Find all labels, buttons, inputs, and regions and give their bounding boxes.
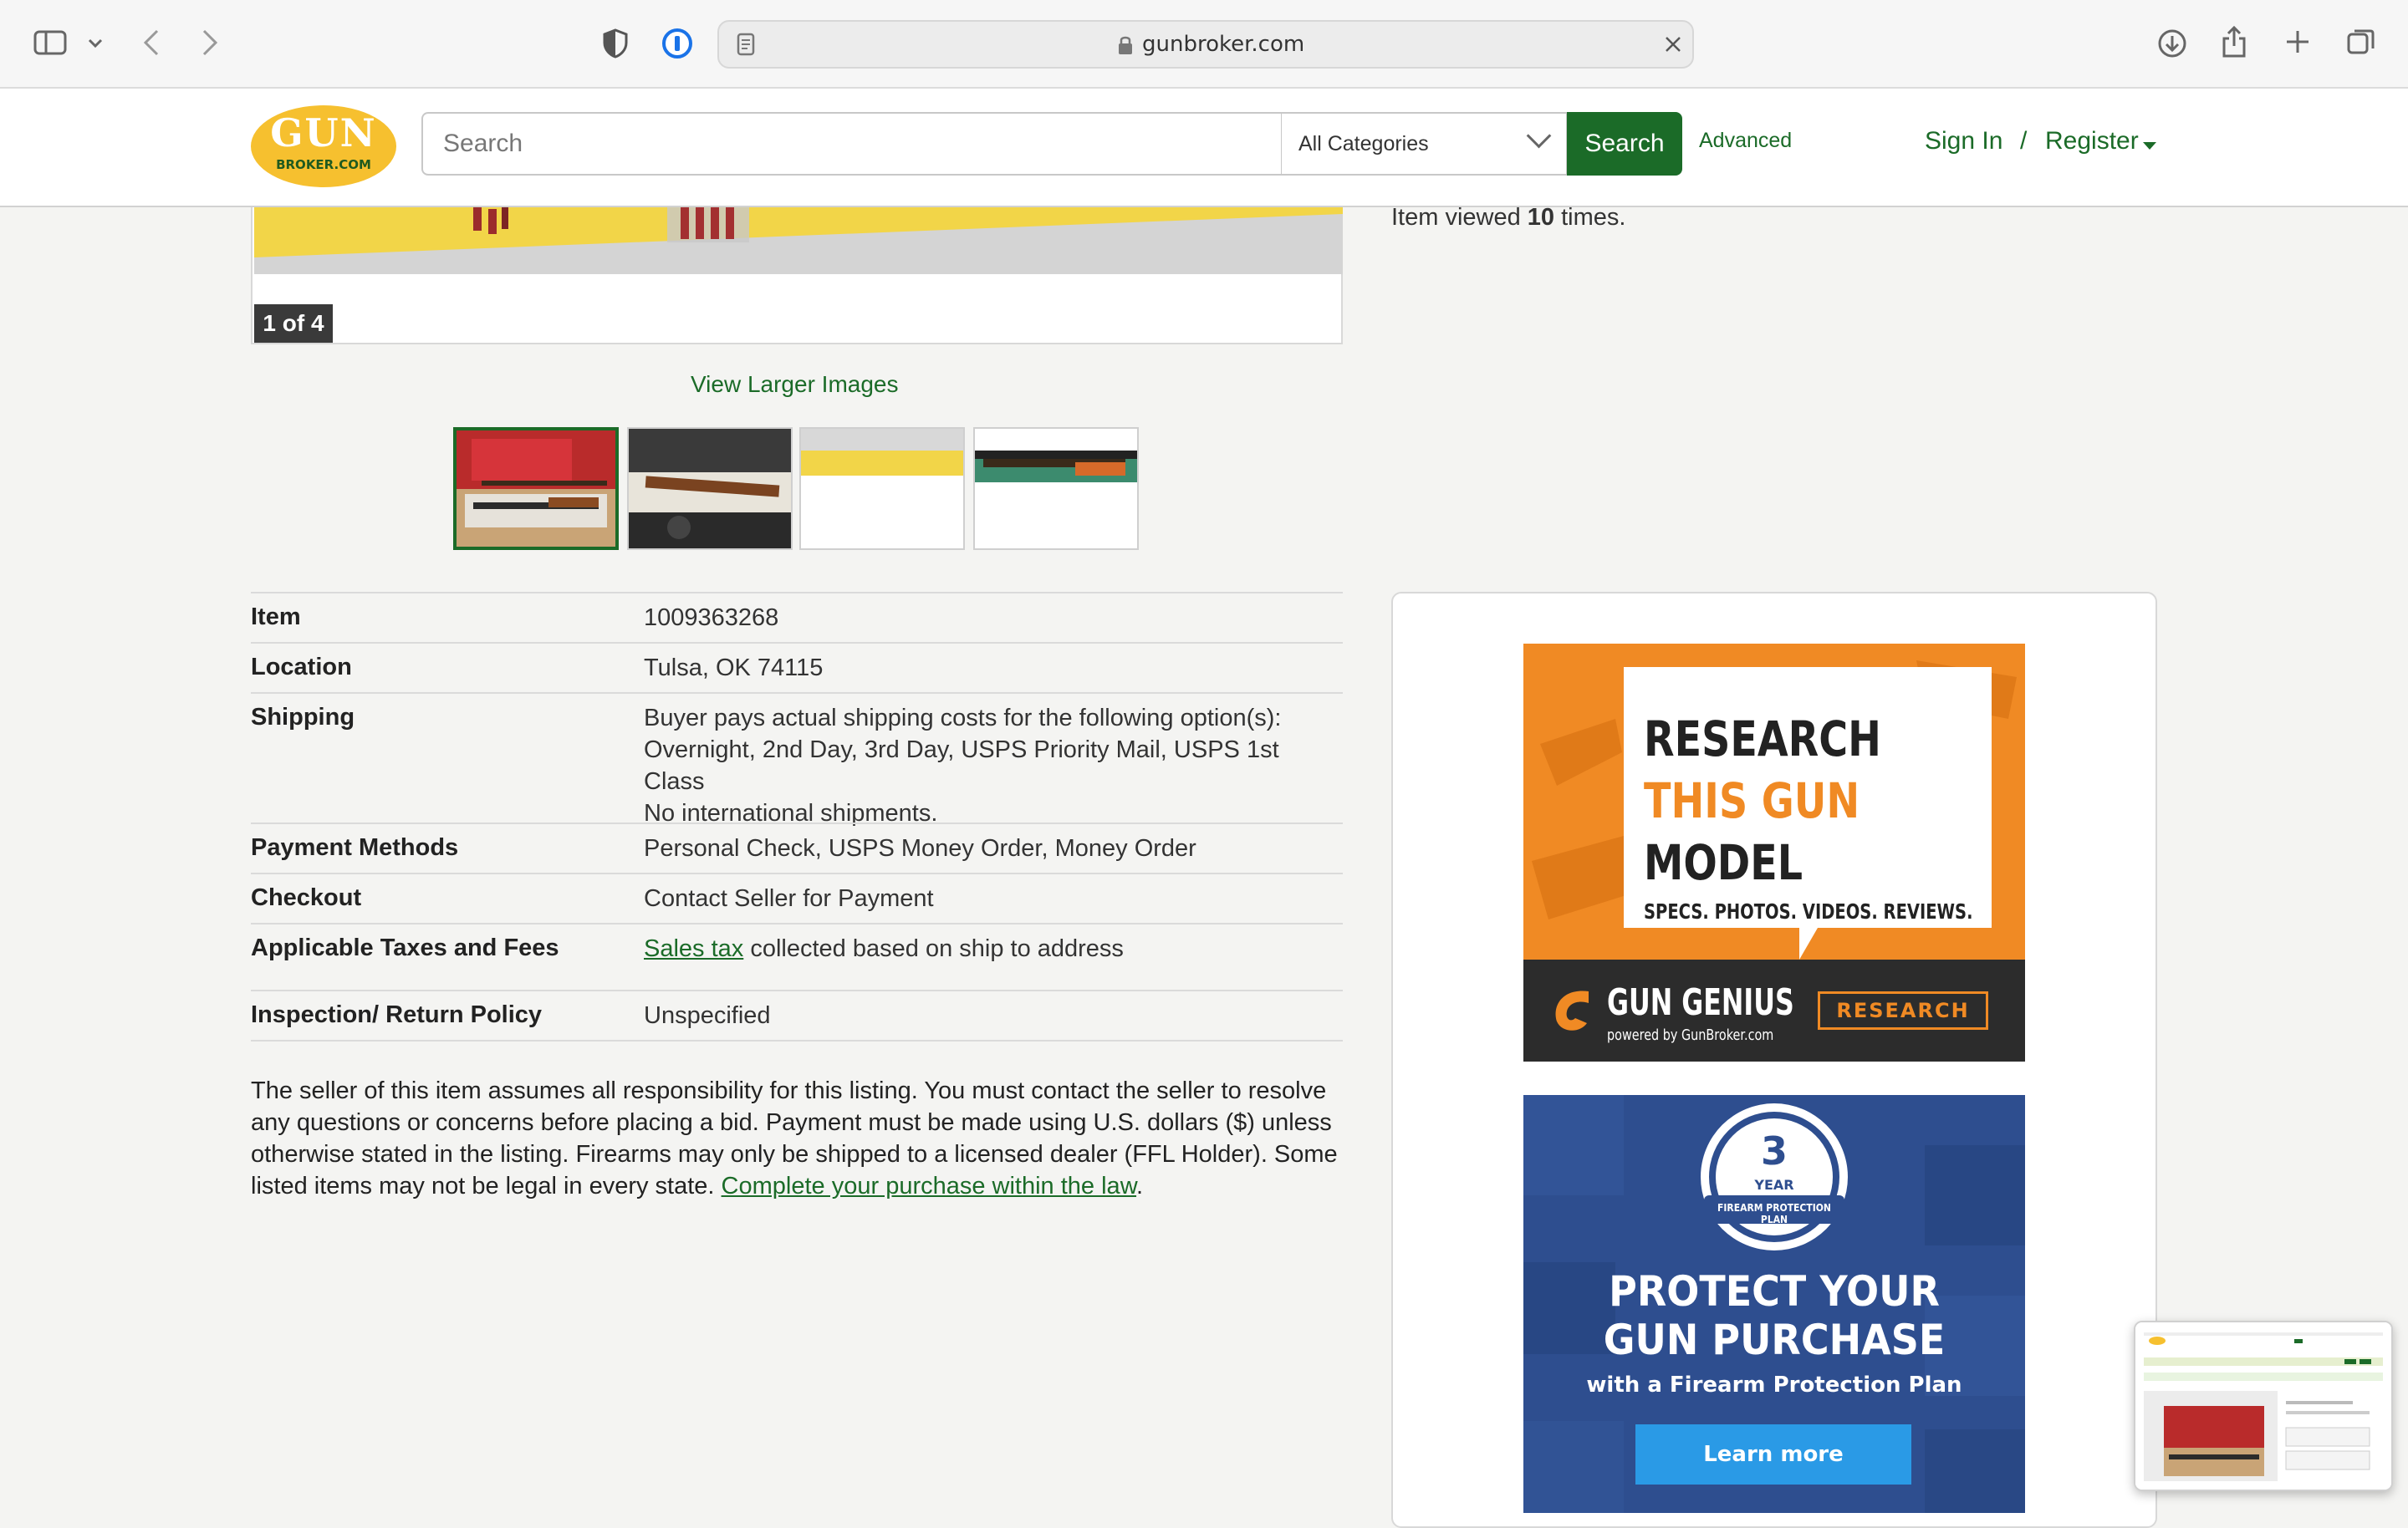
ad-headline: GUN PURCHASE	[1603, 1316, 1946, 1364]
ad-research-button[interactable]: RESEARCH	[1818, 991, 1988, 1030]
shipping-line: Buyer pays actual shipping costs for the…	[644, 705, 1282, 731]
badge-text: FIREARM PROTECTION PLAN	[1717, 1202, 1831, 1225]
table-divider	[251, 642, 1343, 644]
category-select[interactable]: All Categories	[1282, 112, 1568, 176]
seller-disclaimer: The seller of this item assumes all resp…	[251, 1075, 1338, 1202]
thumbnail[interactable]	[973, 427, 1139, 550]
payment-methods-label: Payment Methods	[251, 834, 459, 861]
sidebar-icon[interactable]	[32, 28, 69, 57]
site-header: GUN BROKER.COM Search All Categories Sea…	[0, 89, 2408, 207]
inspection-value: Unspecified	[644, 1002, 771, 1029]
item-viewed-count: Item viewed 10 times.	[1391, 204, 1625, 232]
download-icon[interactable]	[2155, 27, 2189, 60]
image-counter: 1 of 4	[254, 304, 333, 343]
badge-year: YEAR	[1754, 1177, 1794, 1193]
main-listing-photo[interactable]	[254, 206, 1343, 274]
viewed-number: 10	[1527, 204, 1555, 231]
address-bar[interactable]: gunbroker.com	[717, 20, 1694, 69]
ad-brand-name: GUN GENIUS	[1607, 981, 1794, 1024]
ad-tagline: SPECS. PHOTOS. VIDEOS. REVIEWS.	[1644, 899, 1973, 924]
main-photo-frame: 1 of 4	[251, 206, 1343, 344]
ad-card: RESEARCH THIS GUN MODEL SPECS. PHOTOS. V…	[1624, 667, 1992, 928]
shipping-line: Overnight, 2nd Day, 3rd Day, USPS Priori…	[644, 736, 1279, 795]
table-divider	[251, 692, 1343, 694]
viewed-suffix: times.	[1561, 204, 1626, 231]
auth-separator: /	[2020, 127, 2028, 155]
disclaimer-end: .	[1136, 1173, 1144, 1199]
checkout-value: Contact Seller for Payment	[644, 885, 934, 912]
ad-headline: PROTECT YOUR	[1609, 1267, 1940, 1316]
location-label: Location	[251, 654, 352, 680]
table-divider	[251, 1040, 1343, 1042]
search-input[interactable]: Search	[421, 112, 1283, 176]
close-icon[interactable]	[1662, 33, 1684, 55]
url-text[interactable]: gunbroker.com	[1142, 22, 1304, 67]
reader-icon[interactable]	[734, 32, 758, 57]
logo-text-bottom: BROKER.COM	[276, 157, 371, 172]
back-arrow-icon[interactable]	[139, 27, 164, 59]
caret-down-icon[interactable]	[2143, 142, 2156, 150]
taxes-label: Applicable Taxes and Fees	[251, 935, 559, 961]
viewed-prefix: Item viewed	[1391, 204, 1521, 231]
view-larger-images-link[interactable]: View Larger Images	[691, 371, 899, 398]
ad-brand-bar: GUN GENIUS powered by GunBroker.com RESE…	[1523, 960, 2025, 1062]
forward-arrow-icon[interactable]	[197, 27, 222, 59]
sales-tax-link[interactable]: Sales tax	[644, 935, 743, 962]
thumbnail[interactable]	[453, 427, 619, 550]
thumbnail[interactable]	[627, 427, 793, 550]
chevron-down-icon	[1526, 123, 1552, 149]
ad-headline: MODEL	[1644, 834, 1803, 891]
table-divider	[251, 873, 1343, 874]
table-divider	[251, 823, 1343, 824]
shield-icon[interactable]	[600, 27, 630, 60]
table-divider	[251, 990, 1343, 991]
taxes-text: collected based on ship to address	[743, 935, 1124, 962]
taxes-value: Sales tax collected based on ship to add…	[644, 933, 1338, 965]
password-manager-icon[interactable]	[661, 27, 694, 60]
category-select-label: All Categories	[1298, 132, 1429, 155]
payment-methods-value: Personal Check, USPS Money Order, Money …	[644, 835, 1196, 862]
shipping-value: Buyer pays actual shipping costs for the…	[644, 702, 1338, 829]
shipping-label: Shipping	[251, 704, 355, 731]
item-value: 1009363268	[644, 604, 779, 631]
location-value: Tulsa, OK 74115	[644, 654, 824, 681]
register-link[interactable]: Register	[2045, 127, 2139, 155]
page-preview-thumbnail[interactable]	[2134, 1321, 2393, 1491]
table-divider	[251, 592, 1343, 593]
ad-headline: THIS GUN	[1644, 772, 1860, 829]
tabs-overview-icon[interactable]	[2344, 25, 2378, 59]
ad-brand-sub: powered by GunBroker.com	[1607, 1026, 1774, 1044]
site-logo[interactable]: GUN BROKER.COM	[251, 105, 396, 187]
thumbnail[interactable]	[799, 427, 965, 550]
search-button[interactable]: Search	[1567, 112, 1682, 176]
badge-number: 3	[1760, 1128, 1788, 1174]
inspection-label: Inspection/ Return Policy	[251, 1001, 543, 1028]
table-divider	[251, 923, 1343, 924]
ad-subline: with a Firearm Protection Plan	[1586, 1373, 1962, 1398]
shipping-line: No international shipments.	[644, 800, 938, 827]
advanced-search-link[interactable]: Advanced	[1699, 129, 1792, 153]
item-label: Item	[251, 604, 301, 630]
lock-icon	[1115, 33, 1135, 57]
sign-in-link[interactable]: Sign In	[1925, 127, 2002, 155]
gun-genius-ad[interactable]: RESEARCH THIS GUN MODEL SPECS. PHOTOS. V…	[1523, 644, 2025, 1062]
gun-genius-logo-icon	[1547, 985, 1597, 1035]
purchase-law-link[interactable]: Complete your purchase within the law	[722, 1173, 1136, 1199]
protection-plan-ad[interactable]: 3 YEAR FIREARM PROTECTION PLAN PROTECT Y…	[1523, 1095, 2025, 1513]
chevron-down-icon[interactable]	[85, 33, 105, 53]
browser-toolbar: gunbroker.com	[0, 0, 2408, 89]
ad-headline: RESEARCH	[1644, 711, 1882, 767]
logo-text-top: GUN	[270, 110, 377, 155]
checkout-label: Checkout	[251, 884, 362, 911]
share-icon[interactable]	[2219, 23, 2249, 60]
new-tab-icon[interactable]	[2283, 27, 2313, 57]
learn-more-button[interactable]: Learn more	[1635, 1424, 1911, 1485]
